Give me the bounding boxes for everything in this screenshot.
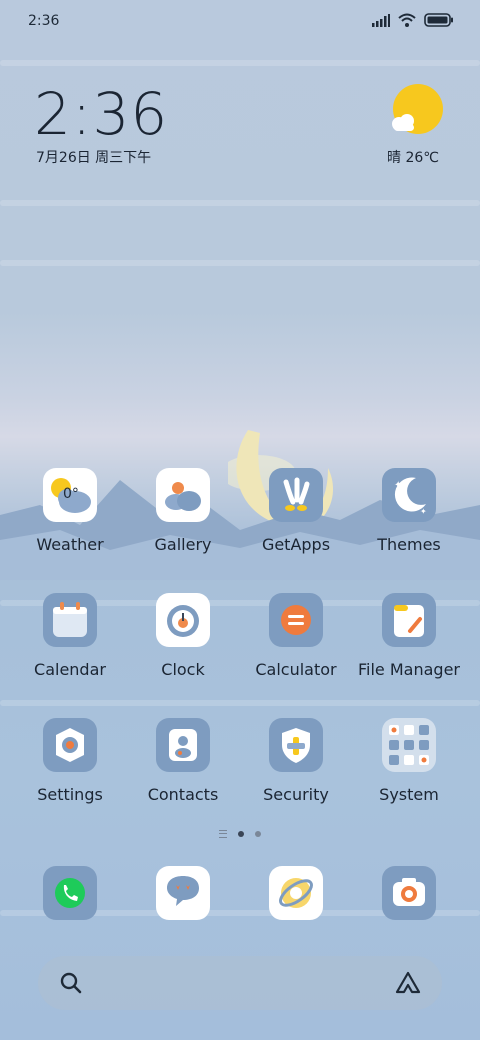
svg-text:✦: ✦ bbox=[420, 507, 427, 516]
search-bar[interactable] bbox=[38, 956, 442, 1010]
dock-messages[interactable] bbox=[127, 866, 239, 920]
app-label: Security bbox=[263, 785, 329, 804]
app-folder-system[interactable]: System bbox=[353, 718, 465, 804]
system-folder-icon bbox=[382, 718, 436, 772]
wifi-icon bbox=[398, 13, 416, 27]
dock-camera[interactable] bbox=[353, 866, 465, 920]
weather-temp-badge: 0° bbox=[63, 486, 79, 502]
search-icon[interactable] bbox=[60, 972, 82, 994]
signal-icon bbox=[372, 13, 390, 27]
camera-icon bbox=[382, 866, 436, 920]
dock-browser[interactable] bbox=[240, 866, 352, 920]
status-time: 2:36 bbox=[28, 13, 60, 29]
wallpaper-streak bbox=[0, 60, 480, 66]
app-label: Calendar bbox=[34, 660, 106, 679]
weather-icon: 0° bbox=[43, 468, 97, 522]
weather-widget-text[interactable]: 晴 26℃ bbox=[387, 147, 439, 167]
clock-widget-date[interactable]: 7月26日 周三下午 bbox=[36, 147, 151, 167]
cloud-icon bbox=[392, 114, 414, 131]
app-label: Clock bbox=[161, 660, 205, 679]
app-calculator[interactable]: Calculator bbox=[240, 593, 352, 679]
svg-text:✦: ✦ bbox=[394, 480, 402, 491]
app-label: Weather bbox=[36, 535, 104, 554]
page-dot[interactable] bbox=[255, 831, 261, 837]
security-icon bbox=[269, 718, 323, 772]
app-label: Settings bbox=[37, 785, 103, 804]
status-bar: 2:36 bbox=[0, 0, 480, 42]
clock-icon bbox=[156, 593, 210, 647]
browser-icon bbox=[269, 866, 323, 920]
app-label: System bbox=[379, 785, 439, 804]
gallery-icon bbox=[156, 468, 210, 522]
app-label: Gallery bbox=[154, 535, 212, 554]
dock-phone[interactable] bbox=[14, 866, 126, 920]
contacts-icon bbox=[156, 718, 210, 772]
app-themes[interactable]: ✦ ✦ Themes bbox=[353, 468, 465, 554]
app-clock[interactable]: Clock bbox=[127, 593, 239, 679]
calculator-icon bbox=[269, 593, 323, 647]
app-getapps[interactable]: GetApps bbox=[240, 468, 352, 554]
app-security[interactable]: Security bbox=[240, 718, 352, 804]
app-label: Contacts bbox=[147, 785, 219, 804]
file-manager-icon bbox=[382, 593, 436, 647]
messages-icon bbox=[156, 866, 210, 920]
app-weather[interactable]: 0° Weather bbox=[14, 468, 126, 554]
app-file-manager[interactable]: File Manager bbox=[353, 593, 465, 679]
app-label: Themes bbox=[377, 535, 441, 554]
app-label: GetApps bbox=[261, 535, 331, 554]
wallpaper-streak bbox=[0, 260, 480, 266]
getapps-icon bbox=[269, 468, 323, 522]
app-label: File Manager bbox=[358, 660, 460, 679]
clock-widget-time[interactable]: 2:36 bbox=[34, 80, 168, 148]
page-indicator[interactable] bbox=[0, 830, 480, 838]
page-dot-active[interactable] bbox=[238, 831, 244, 837]
app-settings[interactable]: Settings bbox=[14, 718, 126, 804]
phone-icon bbox=[43, 866, 97, 920]
battery-icon bbox=[424, 13, 453, 27]
settings-icon bbox=[43, 718, 97, 772]
themes-icon: ✦ ✦ bbox=[382, 468, 436, 522]
app-label: Calculator bbox=[255, 660, 337, 679]
wallpaper-streak bbox=[0, 700, 480, 706]
app-contacts[interactable]: Contacts bbox=[127, 718, 239, 804]
assistant-icon[interactable] bbox=[394, 970, 422, 996]
calendar-icon bbox=[43, 593, 97, 647]
wallpaper-streak bbox=[0, 200, 480, 206]
app-calendar[interactable]: Calendar bbox=[14, 593, 126, 679]
app-drawer-indicator-icon[interactable] bbox=[219, 830, 227, 838]
app-gallery[interactable]: Gallery bbox=[127, 468, 239, 554]
